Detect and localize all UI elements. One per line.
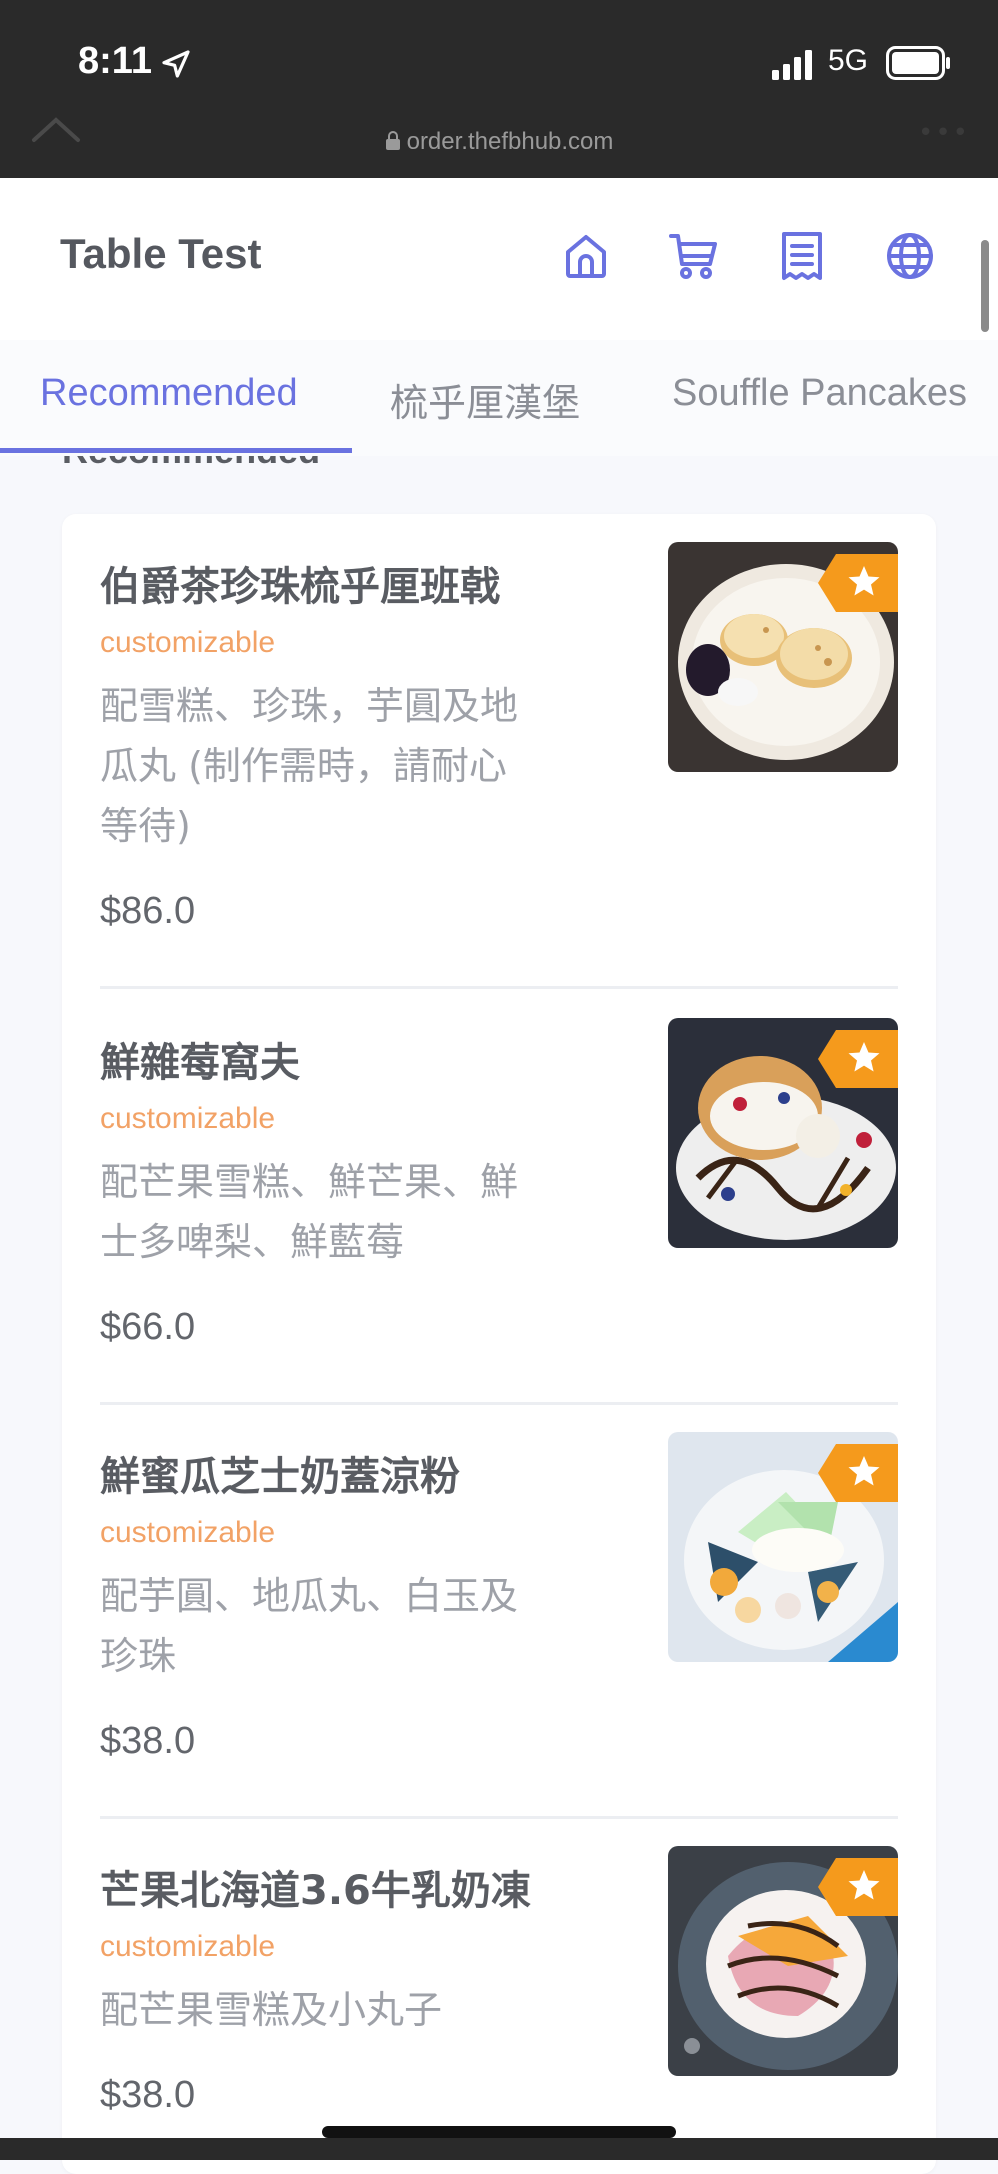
status-time: 8:11 xyxy=(78,40,152,82)
customizable-tag: customizable xyxy=(100,1516,276,1549)
receipt-icon[interactable] xyxy=(776,230,828,282)
address-bar[interactable]: order.thefbhub.com xyxy=(0,128,998,156)
divider xyxy=(100,1816,898,1819)
item-description: 配芒果雪糕、鮮芒果、鮮 士多啤梨、鮮藍莓 xyxy=(100,1160,519,1264)
url-text: order.thefbhub.com xyxy=(406,128,614,155)
active-tab-indicator xyxy=(0,448,352,453)
star-badge-icon xyxy=(818,554,898,612)
globe-icon[interactable] xyxy=(884,230,936,282)
item-price: $38.0 xyxy=(100,2074,196,2116)
menu-item[interactable]: 伯爵茶珍珠梳乎厘班戟 customizable 配雪糕、珍珠，芋圓及地 瓜丸 (… xyxy=(100,542,898,954)
signal-icon xyxy=(772,50,812,80)
item-name: 伯爵茶珍珠梳乎厘班戟 xyxy=(100,564,500,610)
divider xyxy=(100,986,898,989)
star-badge-icon xyxy=(818,1030,898,1088)
home-icon[interactable] xyxy=(560,230,612,282)
page-title: Table Test xyxy=(60,230,262,277)
customizable-tag: customizable xyxy=(100,1102,276,1135)
status-bar: 8:11 5G ••• order.thefbhub.com xyxy=(0,0,998,178)
bottom-bar xyxy=(0,2138,998,2160)
home-indicator[interactable] xyxy=(322,2126,676,2138)
star-badge-icon xyxy=(818,1858,898,1916)
star-badge-icon xyxy=(818,1444,898,1502)
item-description: 配雪糕、珍珠，芋圓及地 瓜丸 (制作需時，請耐心 等待) xyxy=(100,684,519,848)
tab-souffle-pancakes[interactable]: Souffle Pancakes xyxy=(672,372,967,415)
app-header: Table Test xyxy=(0,178,998,342)
menu-item[interactable]: 鮮雜莓窩夫 customizable 配芒果雪糕、鮮芒果、鮮 士多啤梨、鮮藍莓 … xyxy=(100,1018,898,1370)
tab-recommended[interactable]: Recommended xyxy=(40,372,298,415)
lock-icon xyxy=(385,131,400,150)
scrollbar[interactable] xyxy=(981,240,989,332)
menu-item[interactable]: 鮮蜜瓜芝士奶蓋涼粉 customizable 配芋圓、地瓜丸、白玉及 珍珠 $3… xyxy=(100,1432,898,1784)
tab-souffle-burger[interactable]: 梳乎厘漢堡 xyxy=(390,372,580,427)
location-arrow-icon xyxy=(162,50,190,78)
category-tabs: Recommended 梳乎厘漢堡 Souffle Pancakes xyxy=(0,340,998,456)
menu-item[interactable]: 芒果北海道3.6牛乳奶凍 customizable 配芒果雪糕及小丸子 $38.… xyxy=(100,1846,898,2158)
customizable-tag: customizable xyxy=(100,1930,276,1963)
divider xyxy=(100,1402,898,1405)
menu-list: 伯爵茶珍珠梳乎厘班戟 customizable 配雪糕、珍珠，芋圓及地 瓜丸 (… xyxy=(62,514,936,2174)
item-name: 芒果北海道3.6牛乳奶凍 xyxy=(100,1868,531,1914)
item-price: $38.0 xyxy=(100,1720,196,1762)
item-name: 鮮蜜瓜芝士奶蓋涼粉 xyxy=(100,1454,460,1500)
cart-icon[interactable] xyxy=(668,230,720,282)
network-type: 5G xyxy=(828,44,869,77)
item-name: 鮮雜莓窩夫 xyxy=(100,1040,300,1086)
item-price: $66.0 xyxy=(100,1306,196,1348)
customizable-tag: customizable xyxy=(100,626,276,659)
battery-icon xyxy=(886,46,950,80)
item-description: 配芒果雪糕及小丸子 xyxy=(100,1988,443,2032)
item-description: 配芋圓、地瓜丸、白玉及 珍珠 xyxy=(100,1574,519,1678)
item-price: $86.0 xyxy=(100,890,196,932)
